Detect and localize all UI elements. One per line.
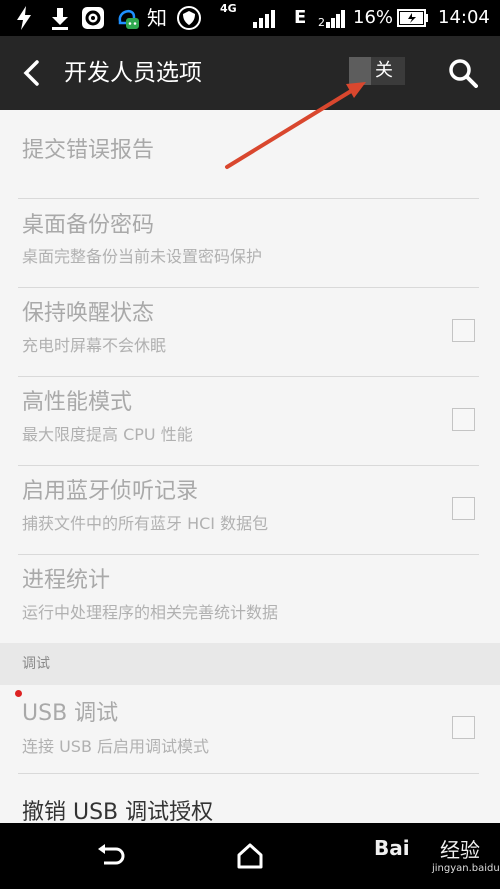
action-bar: 开发人员选项 关 bbox=[0, 36, 500, 110]
watermark-text: 经验 bbox=[440, 838, 480, 862]
section-header-debug: 调试 bbox=[0, 643, 500, 685]
list-item[interactable]: 启用蓝牙侦听记录 捕获文件中的所有蓝牙 HCI 数据包 bbox=[0, 466, 500, 554]
item-subtitle: 运行中处理程序的相关完善统计数据 bbox=[22, 603, 279, 622]
usb-debugging-checkbox[interactable] bbox=[452, 716, 475, 739]
navigation-bar: Bai 经验 jingyan.baidu.com bbox=[0, 823, 500, 889]
search-icon bbox=[449, 59, 478, 88]
home-button[interactable] bbox=[233, 839, 267, 873]
network-label: E bbox=[294, 7, 307, 28]
item-subtitle: 最大限度提高 CPU 性能 bbox=[22, 425, 193, 444]
watermark: Bai 经验 jingyan.baidu.com bbox=[374, 831, 500, 881]
settings-app-icon bbox=[80, 5, 106, 31]
zhihu-icon: 知 bbox=[147, 6, 167, 30]
back-nav-button[interactable] bbox=[94, 839, 128, 873]
item-subtitle: 捕获文件中的所有蓝牙 HCI 数据包 bbox=[22, 514, 269, 533]
battery-percent: 16% bbox=[353, 7, 394, 28]
signal-icon bbox=[252, 5, 278, 31]
flash-icon bbox=[12, 5, 36, 31]
svg-text:2: 2 bbox=[318, 16, 325, 28]
status-bar: 知 4G E 2 16% 14:04 bbox=[0, 0, 500, 36]
qq-icon bbox=[114, 5, 140, 31]
item-subtitle: 连接 USB 后启用调试模式 bbox=[22, 737, 210, 756]
list-item[interactable]: 撤销 USB 调试授权 bbox=[0, 774, 500, 823]
back-arrow-icon bbox=[98, 844, 125, 865]
search-button[interactable] bbox=[446, 56, 480, 90]
toggle-thumb bbox=[349, 57, 371, 85]
signal-icon: 2 bbox=[318, 5, 348, 31]
item-subtitle: 充电时屏幕不会休眠 bbox=[22, 336, 167, 355]
bluetooth-hci-log-checkbox[interactable] bbox=[452, 497, 475, 520]
watermark-logo: Bai bbox=[374, 836, 410, 860]
item-title: 桌面备份密码 bbox=[22, 213, 155, 238]
item-title: 进程统计 bbox=[22, 568, 111, 593]
toggle-label: 关 bbox=[375, 60, 393, 81]
item-subtitle: 桌面完整备份当前未设置密码保护 bbox=[22, 247, 263, 266]
chevron-left-icon bbox=[23, 60, 39, 86]
item-title: 撤销 USB 调试授权 bbox=[22, 800, 214, 823]
clock: 14:04 bbox=[438, 7, 490, 28]
item-title: USB 调试 bbox=[22, 701, 119, 726]
shield-icon bbox=[176, 5, 202, 31]
stay-awake-checkbox[interactable] bbox=[452, 319, 475, 342]
red-dot-marker bbox=[15, 690, 22, 697]
section-label: 调试 bbox=[22, 656, 50, 672]
item-title: 启用蓝牙侦听记录 bbox=[22, 479, 199, 504]
high-performance-checkbox[interactable] bbox=[452, 408, 475, 431]
settings-list: 提交错误报告 桌面备份密码 桌面完整备份当前未设置密码保护 保持唤醒状态 充电时… bbox=[0, 110, 500, 823]
page-title: 开发人员选项 bbox=[64, 60, 202, 86]
back-button[interactable] bbox=[14, 56, 48, 90]
list-item[interactable]: 桌面备份密码 桌面完整备份当前未设置密码保护 bbox=[0, 199, 500, 287]
battery-icon bbox=[396, 5, 430, 31]
list-item[interactable]: 高性能模式 最大限度提高 CPU 性能 bbox=[0, 377, 500, 465]
network-type-4g: 4G bbox=[220, 2, 237, 15]
developer-options-toggle[interactable]: 关 bbox=[349, 57, 405, 85]
item-title: 提交错误报告 bbox=[22, 138, 155, 163]
home-icon bbox=[237, 843, 263, 869]
item-title: 高性能模式 bbox=[22, 390, 133, 415]
watermark-url: jingyan.baidu.com bbox=[432, 863, 500, 874]
list-item[interactable]: 进程统计 运行中处理程序的相关完善统计数据 bbox=[0, 555, 500, 643]
list-item[interactable]: 保持唤醒状态 充电时屏幕不会休眠 bbox=[0, 288, 500, 376]
item-title: 保持唤醒状态 bbox=[22, 301, 155, 326]
list-item[interactable]: USB 调试 连接 USB 后启用调试模式 bbox=[0, 685, 500, 773]
list-item[interactable]: 提交错误报告 bbox=[0, 110, 500, 200]
download-icon bbox=[48, 5, 72, 31]
